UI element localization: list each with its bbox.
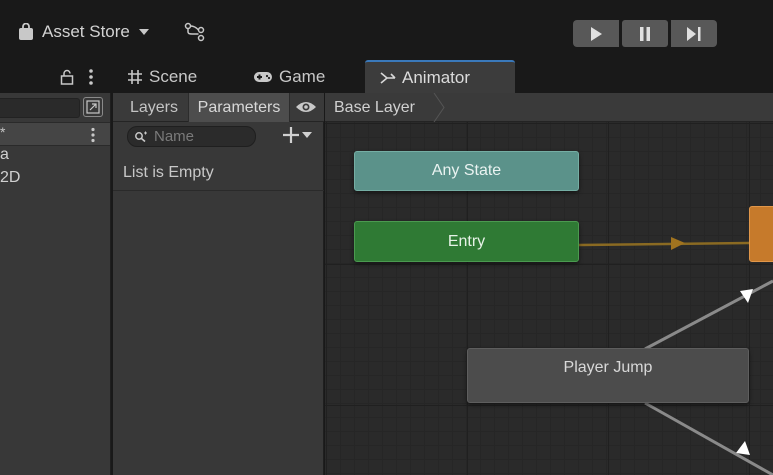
shopping-bag-icon [19,23,33,40]
lock-icon[interactable] [60,69,74,90]
playback-controls [573,20,717,47]
version-control-icon[interactable] [184,22,206,47]
search-placeholder: Name [154,128,195,145]
play-icon [591,26,602,41]
asset-store-label: Asset Store [42,22,130,41]
chevron-down-icon [138,29,149,35]
tab-game[interactable]: Game [253,60,325,93]
step-icon [687,26,701,41]
animator-panel-tabs: Layers Parameters [113,93,324,122]
window-tab-bar: Scene Game Animator [0,60,773,93]
eye-icon[interactable] [295,99,317,120]
add-parameter-button[interactable] [282,126,312,144]
gamepad-icon [254,71,272,82]
search-icon [135,131,147,142]
tab-scene[interactable]: Scene [127,60,197,93]
tab-animator-label: Animator [402,67,471,87]
scene-options-icon[interactable] [90,127,96,148]
animator-icon [380,71,396,84]
hierarchy-panel: * a 2D [0,93,111,475]
tab-parameters[interactable]: Parameters [188,93,290,122]
step-button[interactable] [671,20,717,47]
tab-layers[interactable]: Layers [120,93,188,122]
tab-scene-label: Scene [149,66,198,86]
more-options-icon[interactable] [88,68,94,91]
plus-icon [283,127,299,143]
hierarchy-item[interactable]: a [0,146,9,164]
pause-icon [640,26,650,41]
asset-store-dropdown[interactable]: Asset Store [18,22,150,42]
parameter-search-input[interactable]: Name [127,126,256,147]
maximize-icon [86,100,100,114]
any-state-node[interactable]: Any State [354,151,579,191]
chevron-down-icon [302,131,312,138]
chevron-right-icon [433,93,445,122]
breadcrumb: Base Layer [325,93,773,122]
hierarchy-scene-header[interactable]: * [0,122,110,146]
play-button[interactable] [573,20,619,47]
animator-graph[interactable]: Base Layer Any State Entry Player Jump [325,93,773,475]
tab-animator[interactable]: Animator [365,60,515,93]
parameters-empty-message: List is Empty [113,155,324,191]
expand-window-button[interactable] [83,97,103,117]
unsaved-marker: * [0,124,6,140]
breadcrumb-base-layer[interactable]: Base Layer [325,93,415,122]
entry-node[interactable]: Entry [354,221,579,262]
animator-side-panel: Layers Parameters Name List is Empty [113,93,324,475]
hierarchy-search-input[interactable] [0,98,80,118]
player-jump-node[interactable]: Player Jump [467,348,749,403]
grid-hash-icon [128,69,142,84]
main-toolbar: Asset Store [0,0,773,60]
tab-game-label: Game [279,66,326,86]
hierarchy-item[interactable]: 2D [0,169,20,187]
default-state-node[interactable] [749,206,773,262]
pause-button[interactable] [622,20,668,47]
